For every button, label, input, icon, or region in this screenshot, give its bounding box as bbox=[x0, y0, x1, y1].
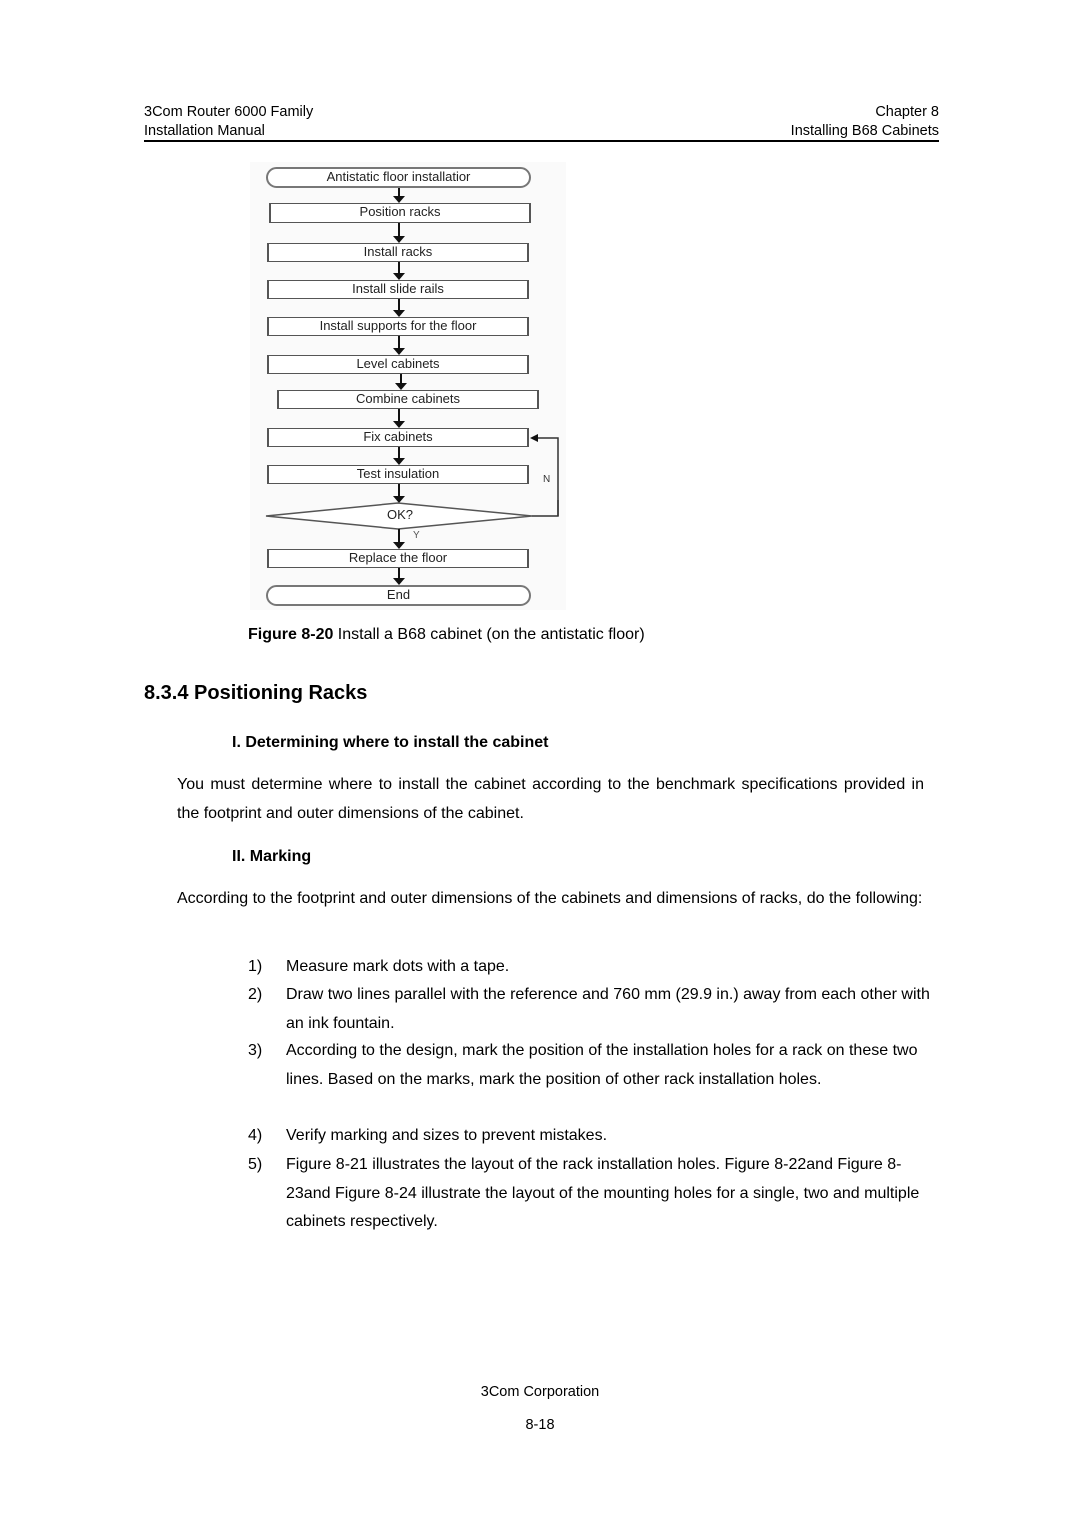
header-right-2: Installing B68 Cabinets bbox=[790, 123, 939, 139]
flow-step: Test insulation bbox=[267, 465, 529, 484]
arrow bbox=[393, 447, 405, 465]
decision-label: OK? bbox=[386, 507, 413, 522]
subsection-title-1: I. Determining where to install the cabi… bbox=[232, 734, 549, 751]
arrow bbox=[393, 299, 405, 317]
yes-label: Y bbox=[413, 530, 420, 541]
figure-caption: Figure 8-20 Install a B68 cabinet (on th… bbox=[248, 626, 645, 644]
header-left-2: Installation Manual bbox=[144, 123, 265, 139]
list-number: 2) bbox=[248, 986, 263, 1003]
list-number: 5) bbox=[248, 1156, 263, 1173]
no-label: N bbox=[543, 474, 551, 485]
footer-company: 3Com Corporation bbox=[480, 1384, 600, 1400]
arrow bbox=[393, 484, 405, 503]
arrow bbox=[393, 223, 405, 243]
list-text: Verify marking and sizes to prevent mist… bbox=[286, 1127, 608, 1144]
flow-step: Position racks bbox=[269, 203, 531, 223]
arrow bbox=[393, 529, 405, 549]
header-left-1: 3Com Router 6000 Family bbox=[144, 104, 314, 120]
flow-step: Combine cabinets bbox=[277, 390, 539, 409]
list-number: 1) bbox=[248, 958, 263, 975]
paragraph-1: You must determine where to install the … bbox=[177, 776, 924, 822]
list-text: Draw two lines parallel with the referen… bbox=[286, 986, 930, 1032]
arrow bbox=[393, 409, 405, 428]
figure-caption-text: Install a B68 cabinet (on the antistatic… bbox=[333, 626, 645, 643]
list-number: 4) bbox=[248, 1127, 263, 1144]
arrow bbox=[395, 374, 407, 390]
arrow bbox=[393, 568, 405, 585]
flow-start: Antistatic floor installatior bbox=[266, 167, 531, 188]
arrow bbox=[393, 188, 405, 203]
flow-step: Install slide rails bbox=[267, 280, 529, 299]
flow-step: Level cabinets bbox=[267, 355, 529, 374]
list-number: 3) bbox=[248, 1042, 263, 1059]
flowchart-figure bbox=[250, 162, 566, 610]
flow-end: End bbox=[266, 585, 531, 606]
list-text: Measure mark dots with a tape. bbox=[286, 958, 510, 975]
section-title: 8.3.4 Positioning Racks bbox=[144, 682, 368, 704]
header-rule bbox=[144, 140, 939, 142]
arrow bbox=[393, 262, 405, 280]
arrow bbox=[393, 336, 405, 355]
list-text: Figure 8-21 illustrates the layout of th… bbox=[286, 1156, 920, 1230]
document-page: 3Com Router 6000 Family Installation Man… bbox=[0, 0, 1080, 1527]
subsection-title-2: II. Marking bbox=[232, 848, 312, 865]
paragraph-2: According to the footprint and outer dim… bbox=[177, 890, 923, 907]
page-number: 8-18 bbox=[525, 1417, 555, 1433]
list-text: According to the design, mark the positi… bbox=[286, 1042, 918, 1088]
flow-step: Install supports for the floor bbox=[267, 317, 529, 336]
flow-step: Fix cabinets bbox=[267, 428, 529, 447]
figure-label: Figure 8-20 bbox=[248, 626, 334, 643]
flow-step-replace: Replace the floor bbox=[267, 549, 529, 568]
flow-step: Install racks bbox=[267, 243, 529, 262]
header-right-1: Chapter 8 bbox=[875, 104, 939, 120]
